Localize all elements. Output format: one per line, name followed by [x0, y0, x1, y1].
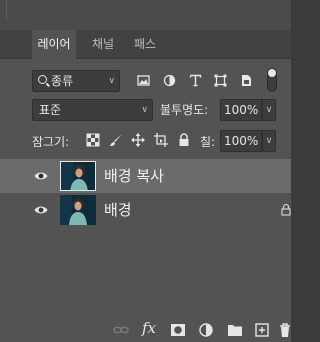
filter-kind-select[interactable]: 종류 ∨: [32, 70, 120, 92]
blend-mode-select[interactable]: 표준 ∨: [32, 99, 153, 121]
fill-label: 칠:: [200, 135, 216, 149]
tab-paths[interactable]: 패스: [130, 30, 160, 58]
layer-thumbnail: [60, 161, 96, 191]
search-icon: [38, 75, 47, 84]
divider: [6, 0, 7, 22]
smart-object-filter-icon[interactable]: [240, 74, 253, 87]
lock-transparent-pixels-icon[interactable]: [86, 133, 100, 147]
lock-icon: [281, 203, 291, 216]
lock-artboard-icon[interactable]: [154, 133, 168, 147]
shape-filter-icon[interactable]: [214, 74, 227, 87]
fill-dropdown-button[interactable]: ∨: [262, 130, 276, 152]
opacity-dropdown-button[interactable]: ∨: [262, 99, 276, 121]
image-filter-icon[interactable]: [137, 74, 150, 87]
blend-mode-value: 표준: [39, 103, 62, 117]
add-mask-icon[interactable]: [170, 322, 186, 338]
blend-row: 표준 ∨ 불투명도: 100% ∨: [0, 98, 291, 122]
tab-layers[interactable]: 레이어: [32, 30, 76, 59]
lock-all-icon[interactable]: [177, 133, 191, 147]
layer-style-button[interactable]: fx: [142, 319, 158, 337]
adjustment-filter-icon[interactable]: [163, 74, 176, 87]
layer-thumbnail: [60, 195, 96, 225]
filter-row: 종류 ∨: [0, 68, 291, 94]
lock-image-pixels-brush-icon[interactable]: [109, 133, 123, 147]
chevron-down-icon: ∨: [108, 76, 115, 86]
layer-row[interactable]: 배경: [0, 193, 291, 227]
layer-row[interactable]: 배경 복사: [0, 159, 291, 193]
layers-panel: 레이어 채널 패스 종류 ∨ 표준 ∨ 불투명도: 100% ∨ 잠그기: 칠:…: [0, 30, 291, 342]
link-layers-icon[interactable]: [113, 322, 129, 338]
lock-row: 잠그기: 칠: 100% ∨: [0, 128, 291, 154]
lock-position-move-icon[interactable]: [131, 133, 145, 147]
panel-tab-bar: 레이어 채널 패스: [0, 30, 291, 59]
fill-input[interactable]: 100%: [220, 130, 262, 152]
new-group-folder-icon[interactable]: [227, 322, 243, 338]
filter-toggle[interactable]: [267, 68, 277, 92]
filter-kind-label: 종류: [51, 74, 74, 88]
panel-footer: fx: [0, 318, 291, 342]
delete-layer-trash-icon[interactable]: [277, 322, 293, 338]
new-adjustment-layer-icon[interactable]: [198, 322, 214, 338]
eye-icon[interactable]: [34, 204, 48, 216]
text-filter-icon[interactable]: [189, 74, 202, 87]
tab-channels[interactable]: 채널: [88, 30, 118, 58]
top-strip: [0, 0, 291, 30]
lock-label: 잠그기:: [32, 135, 70, 149]
new-layer-icon[interactable]: [254, 322, 270, 338]
chevron-down-icon: ∨: [141, 105, 148, 115]
opacity-label: 불투명도:: [160, 103, 209, 117]
layer-name: 배경: [104, 201, 132, 219]
layer-name: 배경 복사: [104, 167, 164, 185]
eye-icon[interactable]: [34, 170, 48, 182]
toggle-knob: [268, 69, 276, 77]
opacity-input[interactable]: 100%: [220, 99, 262, 121]
